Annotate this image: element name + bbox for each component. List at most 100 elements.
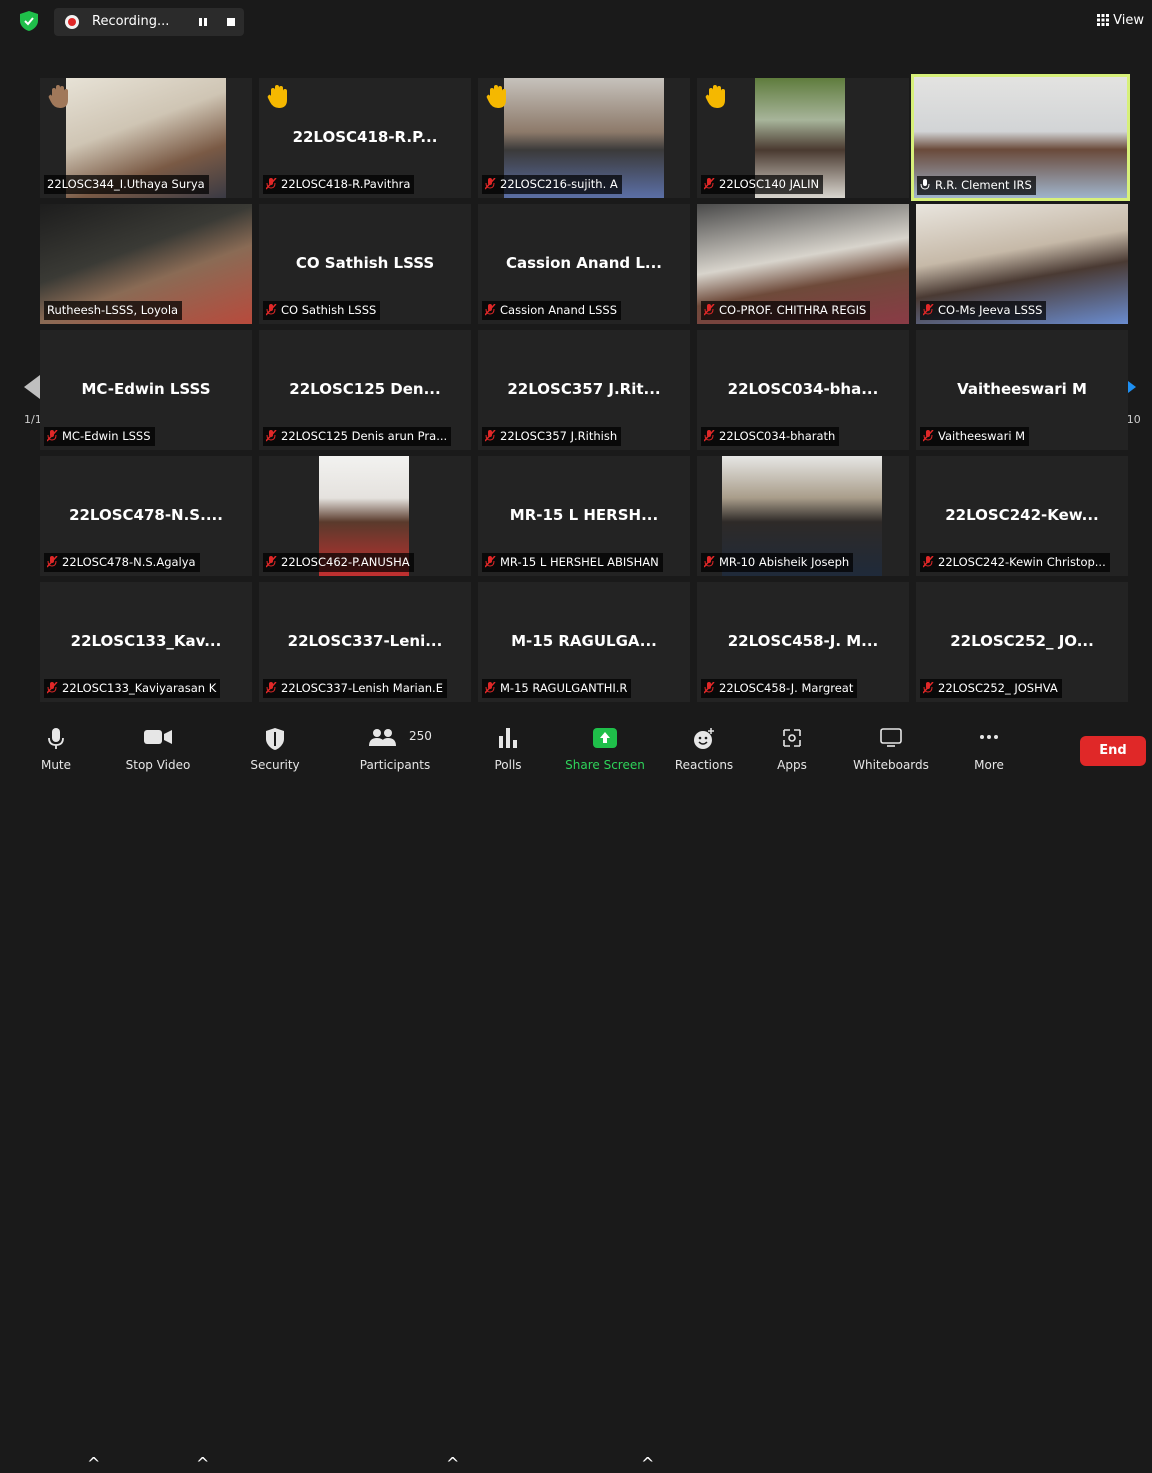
share-screen-icon (593, 728, 617, 748)
participants-count: 250 (409, 729, 432, 743)
mic-muted-icon (923, 556, 934, 568)
participant-name-label: MC-Edwin LSSS (44, 427, 155, 446)
participant-name-label: 22LOSC216-sujith. A (482, 175, 622, 194)
participant-name-label: Rutheesh-LSSS, Loyola (44, 301, 183, 320)
mic-muted-icon (266, 556, 277, 568)
participant-name-label: CO-Ms Jeeva LSSS (920, 301, 1047, 320)
end-meeting-button[interactable]: End (1080, 736, 1146, 766)
reactions-button[interactable]: Reactions (672, 720, 736, 778)
participant-name-label: 22LOSC140 JALIN (701, 175, 824, 194)
recording-indicator: Recording... (54, 8, 244, 36)
pause-recording-icon[interactable] (192, 14, 214, 30)
participant-tile[interactable]: 22LOSC216-sujith. A (478, 78, 690, 198)
apps-button[interactable]: Apps (765, 720, 819, 778)
participant-tile[interactable]: M-15 RAGULGA... M-15 RAGULGANTHI.R (478, 582, 690, 702)
participant-tile[interactable]: 22LOSC125 Den... 22LOSC125 Denis arun Pr… (259, 330, 471, 450)
participant-display-name: 22LOSC034-bha... (727, 380, 879, 398)
participant-tile[interactable]: CO Sathish LSSS CO Sathish LSSS (259, 204, 471, 324)
participant-display-name: 22LOSC133_Kav... (70, 632, 222, 650)
participant-name-label: 22LOSC034-bharath (701, 427, 840, 446)
participant-display-name: MR-15 L HERSH... (509, 506, 659, 524)
audio-options-chevron-icon[interactable]: ^ (87, 1454, 100, 1473)
mic-muted-icon (704, 430, 715, 442)
microphone-icon (48, 728, 64, 749)
participant-name-label: 22LOSC462-P.ANUSHA (263, 553, 414, 572)
participant-tile[interactable]: MR-10 Abisheik Joseph (697, 456, 909, 576)
security-button[interactable]: Security (240, 720, 310, 778)
shield-icon (266, 728, 284, 750)
share-screen-button[interactable]: Share Screen (562, 720, 648, 778)
participant-tile[interactable]: 22LOSC133_Kav... 22LOSC133_Kaviyarasan K (40, 582, 252, 702)
participant-display-name: MC-Edwin LSSS (81, 380, 211, 398)
whiteboards-button[interactable]: Whiteboards (848, 720, 934, 778)
participant-tile[interactable]: 22LOSC252_ JO... 22LOSC252_ JOSHVA (916, 582, 1128, 702)
participants-button[interactable]: 250 Participants (345, 720, 445, 778)
recording-icon (65, 15, 79, 29)
security-shield-icon[interactable] (20, 11, 38, 31)
mic-muted-icon (485, 430, 496, 442)
participant-name-label: 22LOSC478-N.S.Agalya (44, 553, 200, 572)
participant-tile[interactable]: 22LOSC357 J.Rit... 22LOSC357 J.Rithish (478, 330, 690, 450)
view-button[interactable]: View (1097, 13, 1144, 28)
mic-muted-icon (704, 556, 715, 568)
mic-muted-icon (485, 682, 496, 694)
participant-display-name: 22LOSC357 J.Rit... (507, 380, 661, 398)
participant-tile[interactable]: MR-15 L HERSH... MR-15 L HERSHEL ABISHAN (478, 456, 690, 576)
participant-tile[interactable]: 22LOSC344_I.Uthaya Surya (40, 78, 252, 198)
participant-tile[interactable]: Rutheesh-LSSS, Loyola (40, 204, 252, 324)
mic-muted-icon (485, 556, 496, 568)
participant-tile[interactable]: 22LOSC458-J. M... 22LOSC458-J. Margreat (697, 582, 909, 702)
polls-button[interactable]: Polls (480, 720, 536, 778)
stop-recording-icon[interactable] (220, 14, 242, 30)
participant-tile[interactable]: Cassion Anand L... Cassion Anand LSSS (478, 204, 690, 324)
participant-display-name: 22LOSC337-Leni... (287, 632, 443, 650)
participant-tile[interactable]: MC-Edwin LSSS MC-Edwin LSSS (40, 330, 252, 450)
video-camera-icon (144, 730, 172, 744)
mute-button[interactable]: Mute (28, 720, 84, 778)
video-options-chevron-icon[interactable]: ^ (196, 1454, 209, 1473)
participant-tile[interactable]: 22LOSC462-P.ANUSHA (259, 456, 471, 576)
participants-options-chevron-icon[interactable]: ^ (446, 1454, 459, 1473)
participant-name-label: MR-10 Abisheik Joseph (701, 553, 854, 572)
participant-tile[interactable]: CO-PROF. CHITHRA REGIS (697, 204, 909, 324)
more-button[interactable]: More (962, 720, 1016, 778)
mic-muted-icon (485, 178, 496, 190)
participant-name-label: 22LOSC344_I.Uthaya Surya (44, 175, 209, 194)
participants-icon (369, 729, 396, 746)
raised-hand-icon (267, 85, 287, 108)
participant-tile[interactable]: 22LOSC034-bha... 22LOSC034-bharath (697, 330, 909, 450)
mic-muted-icon (923, 682, 934, 694)
raised-hand-icon (486, 85, 506, 108)
more-dots-icon (980, 735, 998, 739)
participant-display-name: Cassion Anand L... (505, 254, 663, 272)
mic-muted-icon (266, 178, 277, 190)
participant-tile[interactable]: Vaitheeswari M Vaitheeswari M (916, 330, 1128, 450)
participant-name-label: 22LOSC337-Lenish Marian.E (263, 679, 447, 698)
stop-video-button[interactable]: Stop Video (118, 720, 198, 778)
participant-display-name: 22LOSC252_ JO... (950, 632, 1094, 650)
participant-name-label: 22LOSC242-Kewin Christop... (920, 553, 1110, 572)
participant-display-name: M-15 RAGULGA... (511, 632, 657, 650)
participant-tile[interactable]: CO-Ms Jeeva LSSS (916, 204, 1128, 324)
participant-name-label: 22LOSC133_Kaviyarasan K (44, 679, 221, 698)
mic-muted-icon (704, 178, 715, 190)
participant-name-label: Vaitheeswari M (920, 427, 1030, 446)
mic-muted-icon (47, 682, 58, 694)
participant-tile[interactable]: 22LOSC337-Leni... 22LOSC337-Lenish Maria… (259, 582, 471, 702)
participant-tile[interactable]: 22LOSC140 JALIN (697, 78, 909, 198)
participant-tile[interactable]: 22LOSC418-R.P... 22LOSC418-R.Pavithra (259, 78, 471, 198)
participant-display-name: 22LOSC242-Kew... (945, 506, 1099, 524)
mic-muted-icon (47, 556, 58, 568)
mic-active-icon (920, 179, 930, 190)
active-speaker-tile[interactable]: R.R. Clement IRS (911, 74, 1130, 201)
participant-display-name: Vaitheeswari M (957, 380, 1087, 398)
meeting-controls-toolbar: Mute ^ Stop Video ^ Security 250 Partici… (0, 720, 1152, 1473)
participant-tile[interactable]: 22LOSC478-N.S.... 22LOSC478-N.S.Agalya (40, 456, 252, 576)
participant-name-label: CO Sathish LSSS (263, 301, 381, 320)
mic-muted-icon (266, 682, 277, 694)
share-options-chevron-icon[interactable]: ^ (641, 1454, 654, 1473)
participant-display-name: 22LOSC418-R.P... (292, 128, 438, 146)
participant-tile[interactable]: 22LOSC242-Kew... 22LOSC242-Kewin Christo… (916, 456, 1128, 576)
mic-muted-icon (266, 430, 277, 442)
recording-label: Recording... (92, 14, 170, 29)
